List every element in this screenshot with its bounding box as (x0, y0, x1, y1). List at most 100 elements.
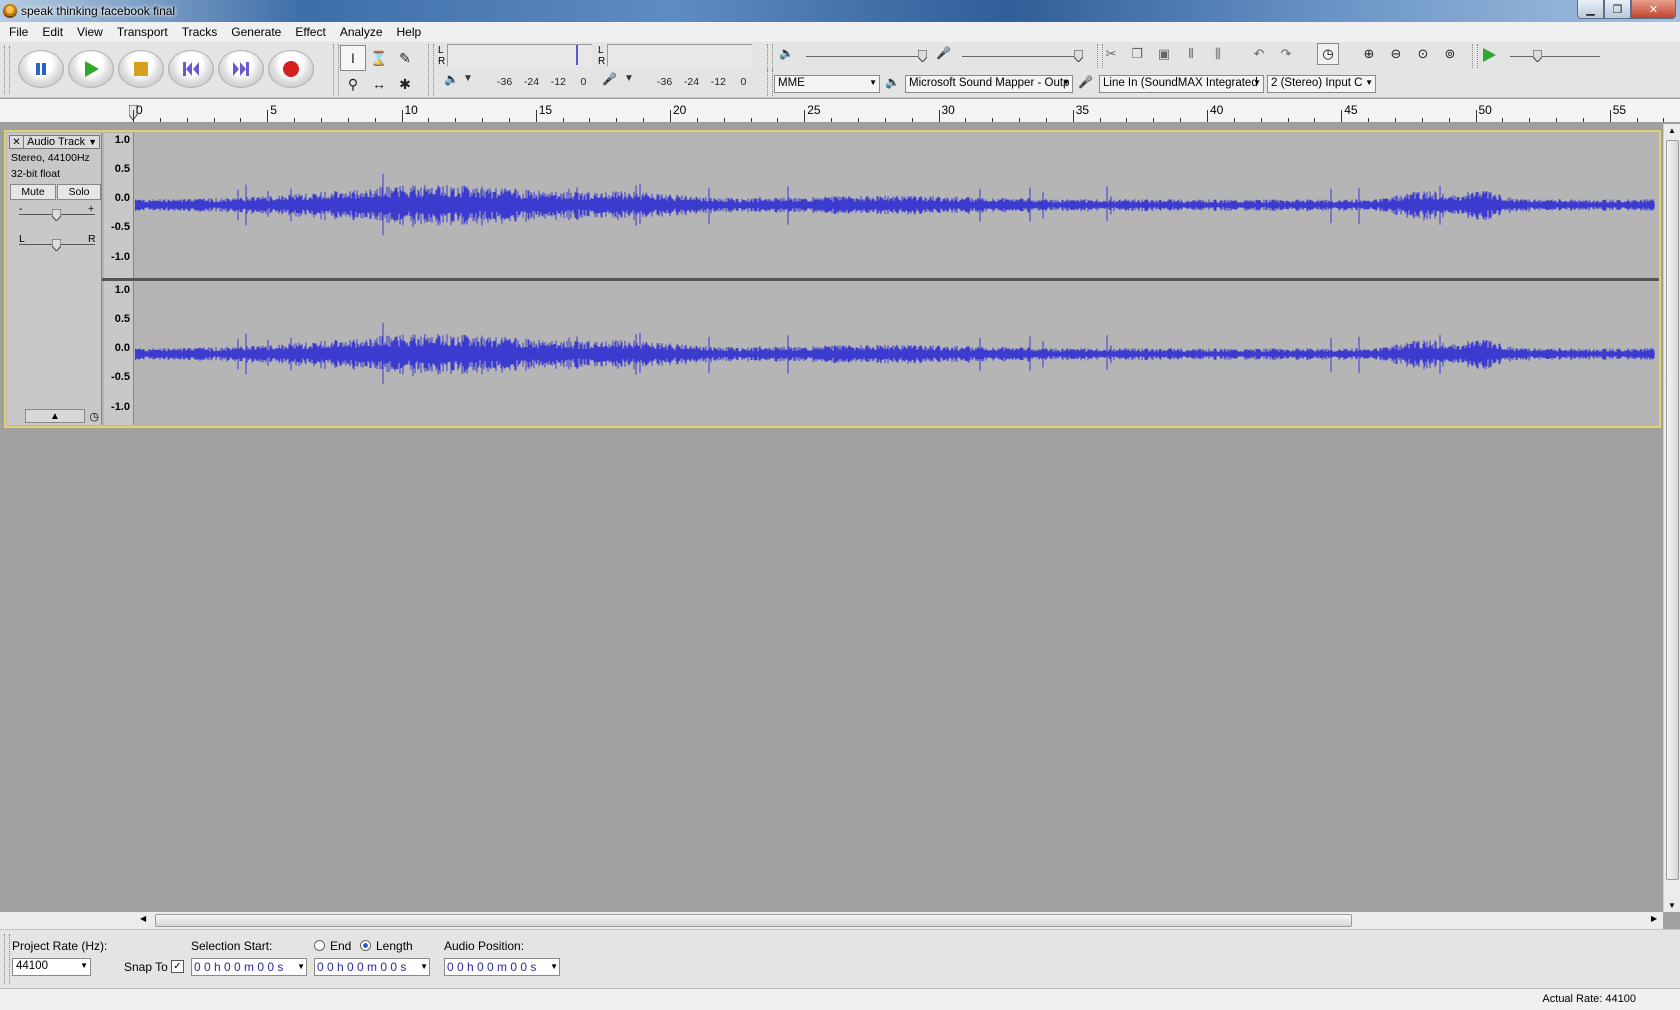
collapse-track-button[interactable]: ▲ (25, 409, 85, 423)
horizontal-scroll-thumb[interactable] (155, 914, 1352, 927)
paste-button[interactable]: ▣ (1153, 43, 1175, 65)
menu-edit[interactable]: Edit (35, 25, 70, 39)
amplitude-label: -0.5 (111, 221, 130, 233)
output-volume-thumb[interactable] (918, 50, 927, 62)
menu-effect[interactable]: Effect (288, 25, 332, 39)
trim-button[interactable]: ⫴ (1180, 43, 1202, 65)
toolbar-grip[interactable] (4, 934, 10, 984)
stop-button[interactable] (118, 50, 164, 88)
multi-tool[interactable]: ✱ (392, 71, 418, 97)
selection-length-time[interactable]: 0 0 h 0 0 m 0 0 s (314, 958, 430, 976)
ruler-label: 15 (538, 103, 553, 117)
play-speed-slider[interactable] (1510, 56, 1600, 57)
toolbar-grip[interactable] (333, 44, 339, 96)
play-at-speed-icon[interactable] (1481, 47, 1497, 63)
fit-project-button[interactable]: ⊚ (1439, 43, 1461, 65)
scroll-up-icon[interactable]: ▲ (1668, 126, 1676, 135)
zoom-out-button[interactable]: ⊖ (1385, 43, 1407, 65)
playback-meter-menu-icon[interactable]: ▼ (463, 73, 473, 84)
input-volume-thumb[interactable] (1074, 50, 1083, 62)
playback-meter[interactable]: L R (438, 44, 592, 67)
input-volume-slider[interactable] (962, 56, 1082, 57)
vertical-scrollbar[interactable]: ▲ ▼ (1663, 124, 1680, 912)
selection-start-time[interactable]: 0 0 h 0 0 m 0 0 s (191, 958, 307, 976)
fit-selection-button[interactable]: ⊙ (1412, 43, 1434, 65)
menu-transport[interactable]: Transport (110, 25, 175, 39)
length-label: Length (376, 939, 413, 953)
menu-view[interactable]: View (70, 25, 110, 39)
toolbar-grip[interactable] (767, 70, 773, 94)
toolbar-grip[interactable] (428, 44, 434, 96)
end-label: End (330, 939, 352, 953)
tools-toolbar: I ⌛ ✎ ⚲ ↔ ✱ (340, 45, 420, 97)
close-icon[interactable]: ✕ (10, 136, 24, 148)
redo-button[interactable]: ↷ (1275, 43, 1297, 65)
fit-project-icon: ⊚ (1444, 46, 1456, 61)
end-radio[interactable] (314, 940, 325, 951)
play-speed-thumb[interactable] (1533, 50, 1542, 62)
menu-generate[interactable]: Generate (224, 25, 288, 39)
ruler-tick (267, 110, 269, 122)
timeshift-tool[interactable]: ↔ (366, 71, 392, 97)
snap-to-checkbox[interactable]: ✓ (171, 960, 184, 973)
sync-lock-button[interactable]: ◷ (1317, 43, 1339, 65)
waveform-left-channel[interactable] (135, 133, 1655, 277)
zoom-tool[interactable]: ⚲ (340, 71, 366, 97)
mute-button[interactable]: Mute (10, 184, 56, 200)
track-name-menu[interactable]: ✕ Audio Track ▼ (9, 135, 100, 149)
ruler-tick (374, 118, 376, 122)
track-panel[interactable]: ✕ Audio Track ▼ Stereo, 44100Hz 32-bit f… (0, 124, 1680, 914)
copy-button[interactable]: ❐ (1126, 43, 1148, 65)
record-meter[interactable]: L R (598, 44, 752, 67)
project-rate-select[interactable]: 44100 (12, 958, 91, 976)
output-volume-slider[interactable] (806, 56, 926, 57)
menu-help[interactable]: Help (390, 25, 429, 39)
envelope-tool[interactable]: ⌛ (366, 45, 392, 71)
play-button[interactable] (68, 50, 114, 88)
silence-button[interactable]: ⫼ (1207, 43, 1229, 65)
restore-button[interactable]: ❐ (1604, 0, 1631, 19)
playback-device-select[interactable]: Microsoft Sound Mapper - Outp (905, 75, 1073, 93)
toolbar-grip[interactable] (4, 46, 10, 94)
cut-button[interactable]: ✂ (1100, 43, 1122, 65)
ruler-tick (508, 118, 510, 122)
scroll-down-icon[interactable]: ▼ (1668, 901, 1676, 910)
length-radio[interactable] (360, 940, 371, 951)
audio-position-time[interactable]: 0 0 h 0 0 m 0 0 s (444, 958, 560, 976)
undo-button[interactable]: ↶ (1248, 43, 1270, 65)
menu-analyze[interactable]: Analyze (333, 25, 390, 39)
vertical-scroll-thumb[interactable] (1666, 140, 1679, 880)
ruler-tick (133, 110, 134, 122)
pause-button[interactable] (18, 50, 64, 88)
menu-file[interactable]: File (2, 25, 35, 39)
solo-button[interactable]: Solo (57, 184, 101, 200)
channel-divider[interactable] (102, 278, 1659, 281)
skip-end-button[interactable] (218, 50, 264, 88)
ruler-tick (884, 118, 886, 122)
menu-tracks[interactable]: Tracks (175, 25, 225, 39)
record-meter-menu-icon[interactable]: ▼ (624, 73, 634, 84)
scroll-right-icon[interactable]: ▶ (1651, 914, 1657, 923)
close-button[interactable]: ✕ (1631, 0, 1676, 19)
skip-start-button[interactable] (168, 50, 214, 88)
ruler-label: 35 (1075, 103, 1090, 117)
waveform-right-channel[interactable] (135, 282, 1655, 426)
draw-tool[interactable]: ✎ (392, 45, 418, 71)
gain-slider-thumb[interactable] (52, 209, 61, 221)
pan-slider-thumb[interactable] (52, 239, 61, 251)
recording-device-select[interactable]: Line In (SoundMAX Integrated (1099, 75, 1264, 93)
horizontal-scrollbar[interactable]: ◀ ▶ (0, 912, 1663, 929)
zoom-in-button[interactable]: ⊕ (1358, 43, 1380, 65)
ruler-tick (1341, 110, 1343, 122)
double-arrow-icon: ↔ (372, 76, 386, 92)
scroll-left-icon[interactable]: ◀ (140, 914, 146, 923)
ruler-label: 25 (807, 103, 821, 117)
selection-tool[interactable]: I (340, 45, 366, 71)
recording-channels-select[interactable]: 2 (Stereo) Input C (1267, 75, 1376, 93)
toolbar-grip[interactable] (1472, 44, 1478, 68)
audio-host-select[interactable]: MME (774, 75, 880, 93)
timeline-ruler[interactable]: 0 5 10 15 20 25 30 35 40 45 50 55 (0, 99, 1680, 123)
minimize-button[interactable]: ▁ (1577, 0, 1604, 19)
audio-track[interactable]: ✕ Audio Track ▼ Stereo, 44100Hz 32-bit f… (4, 130, 1661, 428)
record-button[interactable] (268, 50, 314, 88)
